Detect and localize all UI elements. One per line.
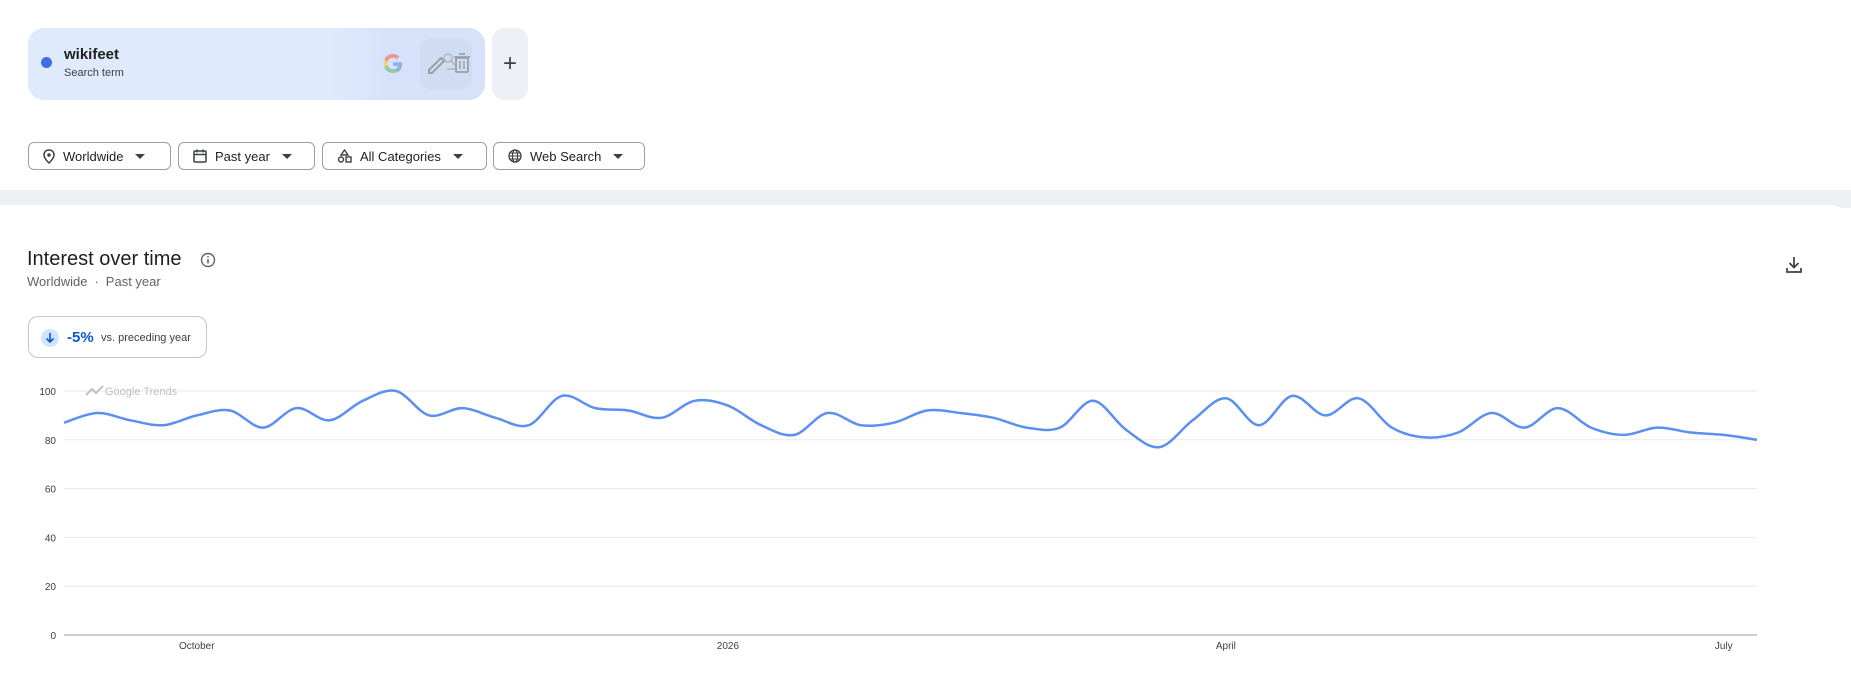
search-type-filter-label: Web Search bbox=[530, 148, 602, 164]
y-tick-label: 80 bbox=[45, 436, 57, 447]
chart-grid bbox=[64, 390, 1757, 636]
y-tick-label: 40 bbox=[45, 533, 57, 544]
category-filter[interactable]: All Categories bbox=[322, 142, 487, 170]
section-subtitle: Worldwide · Past year bbox=[27, 274, 161, 289]
location-filter[interactable]: Worldwide bbox=[28, 142, 171, 170]
subtitle-separator: · bbox=[94, 274, 99, 289]
x-axis-ticks: October 2026 April July bbox=[179, 641, 1733, 652]
y-tick-label: 0 bbox=[50, 631, 56, 642]
section-title: Interest over time bbox=[27, 248, 182, 270]
subtitle-time: Past year bbox=[105, 274, 161, 289]
x-tick-label: October bbox=[179, 641, 215, 652]
download-icon[interactable] bbox=[1786, 256, 1802, 274]
trends-watermark-text: Google Trends bbox=[105, 386, 178, 398]
chevron-down-icon bbox=[281, 153, 292, 159]
chevron-down-icon bbox=[135, 153, 146, 159]
categories-icon bbox=[337, 149, 352, 163]
globe-icon bbox=[508, 149, 522, 163]
y-tick-label: 20 bbox=[45, 582, 57, 593]
x-tick-label: 2026 bbox=[717, 641, 740, 652]
time-filter-label: Past year bbox=[215, 148, 270, 164]
chevron-down-icon bbox=[452, 153, 463, 159]
trends-watermark: Google Trends bbox=[85, 385, 178, 398]
series-line[interactable] bbox=[63, 389, 1758, 449]
x-tick-label: April bbox=[1216, 641, 1236, 652]
y-axis-ticks: 0 20 40 60 80 100 bbox=[39, 387, 56, 642]
y-tick-label: 100 bbox=[39, 387, 56, 398]
search-term-type: Search term bbox=[64, 67, 124, 79]
x-tick-label: July bbox=[1715, 641, 1733, 652]
trash-icon[interactable] bbox=[454, 53, 470, 73]
time-filter[interactable]: Past year bbox=[178, 142, 315, 170]
chevron-down-icon bbox=[613, 153, 624, 159]
category-filter-label: All Categories bbox=[360, 148, 441, 164]
search-term-name: wikifeet bbox=[64, 46, 120, 63]
arrow-down-icon bbox=[41, 329, 59, 347]
series-color-dot bbox=[41, 57, 52, 68]
series-layer bbox=[63, 389, 1758, 449]
add-icon: + bbox=[502, 50, 517, 77]
calendar-icon bbox=[193, 149, 207, 163]
change-label: vs. preceding year bbox=[101, 332, 191, 344]
search-term-card[interactable]: wikifeet Search term bbox=[28, 28, 485, 100]
change-summary-card: -5% vs. preceding year bbox=[28, 316, 207, 358]
interest-chart: Google Trends 0 20 40 60 80 100 October 2026 Ap… bbox=[39, 385, 1758, 652]
change-value: -5% bbox=[67, 329, 94, 346]
y-tick-label: 60 bbox=[45, 485, 57, 496]
location-pin-icon bbox=[43, 148, 55, 164]
add-term-button[interactable]: + bbox=[492, 28, 528, 100]
search-type-filter[interactable]: Web Search bbox=[493, 142, 645, 170]
compare-bar: wikifeet Search term + Worldwide Past ye… bbox=[0, 0, 1851, 190]
location-filter-label: Worldwide bbox=[63, 148, 124, 164]
google-g-icon bbox=[383, 54, 402, 73]
info-icon[interactable] bbox=[200, 252, 216, 268]
subtitle-location: Worldwide bbox=[27, 274, 88, 289]
